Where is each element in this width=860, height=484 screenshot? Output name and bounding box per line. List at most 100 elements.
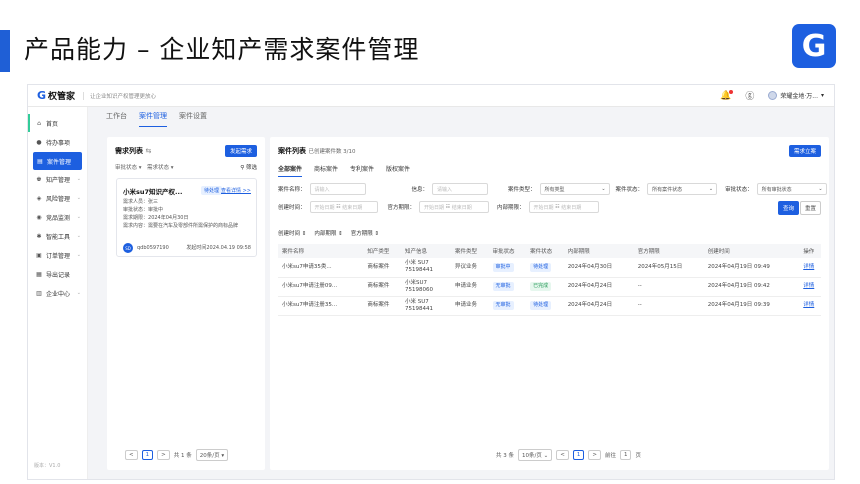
approval-status-select[interactable]: 所有审批状态 ⌄: [756, 183, 827, 195]
query-button[interactable]: 查询: [777, 201, 799, 215]
sidebar-item-risk[interactable]: ◈ 风险管理 ⌄: [28, 189, 87, 207]
switch-icon: ⇆: [145, 147, 152, 155]
table-row[interactable]: 小米su7申请注册09... 商标案件 小米SU7 75198060 申请业务 无审批 已…: [278, 277, 821, 297]
prev-page-button[interactable]: <: [556, 450, 569, 460]
approval-status-filter[interactable]: 审批状态 ▾: [115, 163, 142, 171]
calendar-icon: ☷: [336, 204, 341, 210]
table-cell: 2024年04月19日 09:42: [703, 277, 800, 297]
column-header: 官方期限: [633, 244, 704, 258]
tab-case-management[interactable]: 案件管理: [139, 111, 167, 127]
tab-workbench[interactable]: 工作台: [106, 111, 127, 127]
export-icon: ▦: [36, 270, 42, 278]
sidebar-item-monitor[interactable]: ◉ 竞品监测 ⌄: [28, 208, 87, 226]
official-deadline-range[interactable]: 开始日期 ☷ 结束日期: [419, 201, 490, 213]
case-name-input[interactable]: 请输入: [309, 183, 366, 195]
page-size-select[interactable]: 20条/页 ▾: [195, 449, 229, 461]
create-time-range[interactable]: 开始日期 ☷ 结束日期: [309, 201, 378, 213]
detail-link[interactable]: 详情: [803, 264, 814, 270]
sidebar-item-enterprise[interactable]: ▥ 企业中心 ⌄: [28, 284, 87, 302]
slide-title: 产品能力 – 企业知产需求案件管理: [24, 35, 420, 64]
table-cell: 已完成: [526, 277, 564, 297]
view-detail-link[interactable]: 查看详情 >>: [221, 187, 251, 194]
sidebar-item-ip[interactable]: ♚ 知产管理 ⌄: [28, 170, 87, 188]
demand-status-filter[interactable]: 需求状态 ▾: [147, 163, 174, 171]
help-icon[interactable]: ⓖ: [745, 89, 754, 102]
total-count: 共 3 条: [496, 453, 514, 459]
brand[interactable]: G 权管家: [37, 89, 75, 102]
table-cell: 商标案件: [363, 277, 401, 297]
tab-trademark-cases[interactable]: 商标案件: [314, 164, 338, 177]
tab-patent-cases[interactable]: 专利案件: [350, 164, 374, 177]
column-header: 操作: [799, 244, 821, 258]
page-unit: 页: [635, 453, 641, 459]
info-input[interactable]: 请输入: [432, 183, 489, 195]
status-badge: 待处理: [530, 262, 552, 272]
tab-case-settings[interactable]: 案件设置: [179, 111, 207, 127]
user-menu[interactable]: 荣耀金地·万... ▾: [768, 91, 824, 100]
prev-page-button[interactable]: <: [125, 450, 138, 460]
new-demand-button[interactable]: 发起需求: [224, 145, 257, 157]
table-cell: 详情: [799, 258, 821, 278]
filter-button[interactable]: ⚲ 筛选: [240, 163, 257, 171]
sidebar-item-case[interactable]: ▤ 案件管理: [33, 152, 82, 170]
next-page-button[interactable]: >: [157, 450, 170, 460]
sort-create-time[interactable]: 创建时间 ⇕: [278, 229, 306, 237]
register-case-button[interactable]: 需求立案: [788, 145, 821, 157]
status-badge: 待处理: [201, 186, 223, 195]
right-pagination: 共 3 条 10条/页 ⌄ < 1 > 前往 1 页: [496, 449, 641, 461]
table-row[interactable]: 小米su7申请35类... 商标案件 小米 SU7 75198441 异议业务 审批中 待…: [278, 258, 821, 278]
page-number[interactable]: 1: [572, 450, 585, 460]
demand-card[interactable]: 小米su7知识产权... 待处理 查看详情 >> 需求人员：张三 审批状态：审批中…: [116, 178, 257, 257]
tab-copyright-cases[interactable]: 版权案件: [386, 164, 410, 177]
notification-bell-icon[interactable]: 🔔: [720, 89, 734, 101]
home-icon: ⌂: [37, 119, 41, 127]
calendar-icon: ☷: [555, 204, 560, 210]
risk-icon: ◈: [36, 194, 42, 202]
app-window: G 权管家 让企业知识产权管理更放心 🔔 ⓖ 荣耀金地·万... ▾ ⌂ 首页 ● 待…: [27, 84, 835, 480]
chevron-down-icon: ⌄: [76, 214, 81, 220]
status-badge: 已完成: [530, 282, 552, 291]
table-cell: 2024年04月24日: [563, 277, 634, 297]
case-status-select[interactable]: 所有案件状态 ⌄: [647, 183, 718, 195]
notification-dot: [729, 89, 734, 94]
sort-official-deadline[interactable]: 官方期限 ⇕: [351, 229, 379, 237]
filter-row-2: 创建时间： 开始日期 ☷ 结束日期 官方期限： 开始日期 ☷ 结束日期 内部期限：开…: [278, 201, 599, 213]
sidebar-item-export[interactable]: ▦ 导出记录: [28, 265, 87, 283]
goto-label: 前往: [604, 453, 616, 459]
ip-icon: ♚: [36, 175, 42, 183]
case-icon: ▤: [37, 157, 43, 165]
sidebar-item-order[interactable]: ▣ 订单管理 ⌄: [28, 246, 87, 264]
table-cell: --: [633, 296, 704, 316]
demand-title: 小米su7知识产权...: [123, 188, 183, 196]
status-badge: 无审批: [492, 282, 514, 291]
table-cell: 详情: [799, 277, 821, 297]
page-number[interactable]: 1: [141, 450, 154, 460]
table-cell: 待处理: [526, 296, 564, 316]
sidebar-item-home[interactable]: ⌂ 首页: [28, 114, 87, 132]
internal-deadline-range[interactable]: 开始日期 ☷ 结束日期: [528, 201, 599, 213]
detail-link[interactable]: 详情: [803, 302, 814, 308]
sort-internal-deadline[interactable]: 内部期限 ⇕: [314, 229, 342, 237]
table-row[interactable]: 小米su7申请注册35... 商标案件 小米 SU7 75198441 申请业务 无审批…: [278, 296, 821, 316]
chevron-down-icon: ⌄: [708, 186, 714, 192]
chevron-down-icon: ▾: [820, 92, 824, 99]
sidebar-item-tool[interactable]: ✱ 智能工具 ⌄: [28, 227, 87, 245]
monitor-icon: ◉: [36, 213, 42, 221]
goto-page-input[interactable]: 1: [619, 450, 632, 460]
table-cell: 小米SU7 75198060: [400, 277, 451, 297]
demand-field: 审批状态：审批中: [123, 207, 164, 213]
demand-id: qdb0597190: [137, 245, 169, 251]
sidebar-item-label: 企业中心: [46, 290, 71, 298]
table-cell: 详情: [799, 296, 821, 316]
reset-button[interactable]: 重置: [799, 201, 821, 215]
detail-link[interactable]: 详情: [803, 283, 814, 289]
page-size-select[interactable]: 10条/页 ⌄: [518, 449, 553, 461]
enterprise-icon: ▥: [36, 289, 42, 297]
user-name: 荣耀金地·万...: [780, 93, 818, 100]
sidebar-item-todo[interactable]: ● 待办事项: [28, 133, 87, 151]
case-type-select[interactable]: 所有类型 ⌄: [539, 183, 610, 195]
slide-accent-bar: [0, 30, 10, 72]
next-page-button[interactable]: >: [588, 450, 601, 460]
tab-all-cases[interactable]: 全部案件: [278, 164, 303, 177]
top-bar: G 权管家 让企业知识产权管理更放心 🔔 ⓖ 荣耀金地·万... ▾: [28, 85, 834, 107]
